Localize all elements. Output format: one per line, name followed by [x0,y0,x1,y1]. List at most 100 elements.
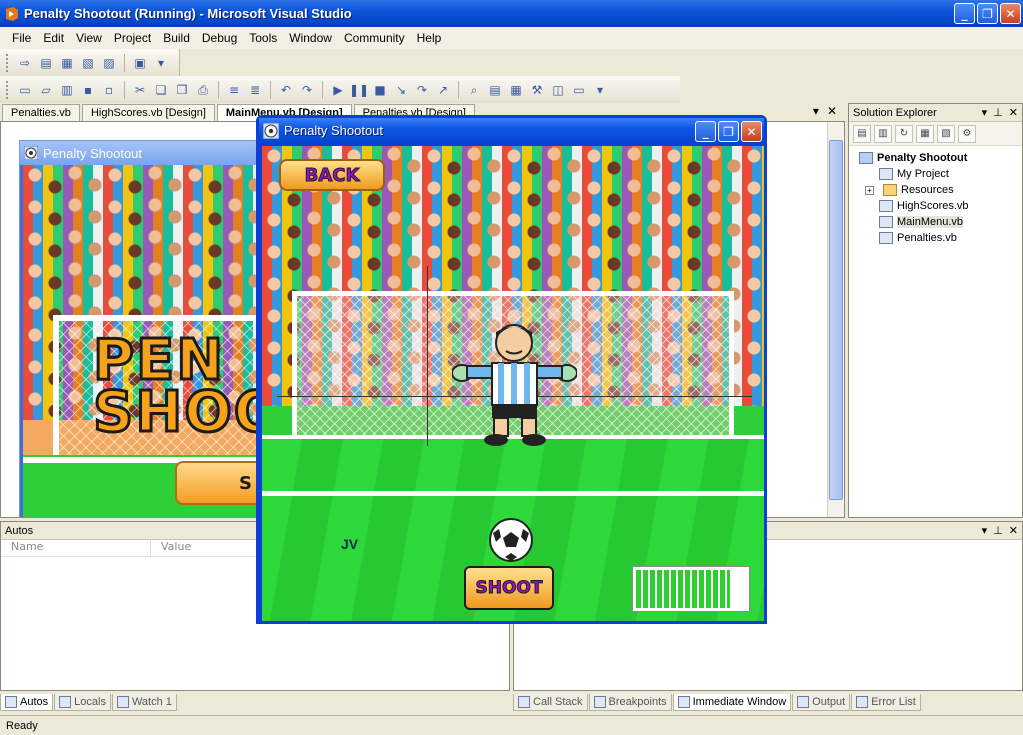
tree-project-root[interactable]: Penalty Shootout [859,150,1022,166]
menu-help[interactable]: Help [411,29,448,47]
solution-explorer-title: Solution Explorer [853,106,937,119]
tab-penalties-code[interactable]: Penalties.vb [2,104,80,121]
game-maximize-button[interactable]: ❐ [718,121,739,142]
pin-icon[interactable]: ⊥ [993,106,1003,119]
maximize-button[interactable]: ❐ [977,3,998,24]
view-designer-icon[interactable]: ▧ [937,124,955,143]
find-icon[interactable]: ⌕ [465,81,483,99]
soccer-ball-icon[interactable] [488,517,534,563]
continue-icon[interactable]: ▶ [329,81,347,99]
stop-icon[interactable]: ■ [371,81,389,99]
game-area[interactable]: BACK JV SHOOT [262,146,764,621]
add-item-icon[interactable]: ▣ [131,54,149,72]
form-designer-icon[interactable]: ▧ [79,54,97,72]
column-name[interactable]: Name [1,540,151,556]
shoot-button[interactable]: SHOOT [464,566,554,610]
command-window-icon[interactable]: ▭ [570,81,588,99]
menu-view[interactable]: View [70,29,108,47]
form-layout-icon[interactable]: ▦ [58,54,76,72]
close-button[interactable]: ✕ [1000,3,1021,24]
debug-tabs-left: Autos Locals Watch 1 [0,692,510,713]
save-icon[interactable]: ▪ [79,81,97,99]
chevron-down-icon[interactable]: ▾ [982,524,988,537]
redo-icon[interactable]: ↷ [298,81,316,99]
tab-list-icon[interactable]: ▾ [813,104,819,118]
view-code-icon[interactable]: ▦ [916,124,934,143]
toolbar-separator [124,54,125,72]
object-browser-icon[interactable]: ◫ [549,81,567,99]
menu-tools[interactable]: Tools [243,29,283,47]
tree-item-my-project[interactable]: My Project [859,166,1022,182]
class-diagram-icon[interactable]: ⚙ [958,124,976,143]
tree-item-resources[interactable]: + Resources [859,182,1022,198]
new-project-icon[interactable]: ▭ [16,81,34,99]
tab-output[interactable]: Output [792,694,851,711]
tree-item-highscores[interactable]: HighScores.vb [859,198,1022,214]
close-icon[interactable]: ✕ [1009,524,1018,537]
back-button[interactable]: BACK [279,159,385,191]
tab-call-stack[interactable]: Call Stack [513,694,588,711]
undo-icon[interactable]: ↶ [277,81,295,99]
pin-icon[interactable]: ⊥ [993,524,1003,537]
refresh-icon[interactable]: ↻ [895,124,913,143]
tree-item-penalties[interactable]: Penalties.vb [859,230,1022,246]
open-file-icon[interactable]: ▱ [37,81,55,99]
close-document-icon[interactable]: ✕ [827,104,837,118]
form-icon[interactable]: ▤ [37,54,55,72]
uncomment-icon[interactable]: ≣ [246,81,264,99]
solution-explorer-icon[interactable]: ▤ [486,81,504,99]
toolbar-grip[interactable] [6,81,9,99]
menu-file[interactable]: File [6,29,37,47]
toolbar-grip[interactable] [6,54,9,72]
close-icon[interactable]: ✕ [1009,106,1018,119]
window-title: Penalty Shootout (Running) - Microsoft V… [24,6,352,21]
step-out-icon[interactable]: ↗ [434,81,452,99]
soccer-ball-icon [24,146,38,160]
game-window[interactable]: Penalty Shootout _ ❐ ✕ BACK JV SHOOT [256,115,767,624]
tab-highscores-design[interactable]: HighScores.vb [Design] [81,104,215,121]
form-file-icon [879,200,893,212]
chevron-down-icon[interactable]: ▾ [591,81,609,99]
paste-icon[interactable]: ❐ [173,81,191,99]
designer-scrollbar[interactable] [827,122,844,517]
menu-project[interactable]: Project [108,29,157,47]
minimize-button[interactable]: _ [954,3,975,24]
arrow-right-icon[interactable]: ⇨ [16,54,34,72]
toolbox-icon[interactable]: ⚒ [528,81,546,99]
menu-community[interactable]: Community [338,29,411,47]
tab-immediate-window[interactable]: Immediate Window [672,694,792,711]
game-close-button[interactable]: ✕ [741,121,762,142]
tab-autos[interactable]: Autos [0,694,54,711]
game-minimize-button[interactable]: _ [695,121,716,142]
menu-build[interactable]: Build [157,29,196,47]
menu-debug[interactable]: Debug [196,29,243,47]
chevron-down-icon[interactable]: ▾ [982,106,988,119]
step-over-icon[interactable]: ↷ [413,81,431,99]
class-view-icon[interactable]: ▨ [100,54,118,72]
print-icon[interactable]: ⎙ [194,81,212,99]
pause-icon[interactable]: ❚❚ [349,81,369,99]
column-value[interactable]: Value [151,540,191,556]
scroll-thumb[interactable] [829,140,843,500]
tree-item-mainmenu[interactable]: MainMenu.vb [859,214,1022,230]
comment-icon[interactable]: ≡ [225,81,243,99]
menu-edit[interactable]: Edit [37,29,70,47]
tab-locals[interactable]: Locals [54,694,111,711]
tab-breakpoints[interactable]: Breakpoints [588,694,672,711]
copy-icon[interactable]: ❏ [152,81,170,99]
show-all-files-icon[interactable]: ▥ [874,124,892,143]
tab-error-list[interactable]: Error List [851,694,921,711]
solution-explorer: Solution Explorer ▾ ⊥ ✕ ▤ ▥ ↻ ▦ ▧ ⚙ Pena… [848,103,1023,518]
properties-icon[interactable]: ▤ [853,124,871,143]
tab-watch[interactable]: Watch 1 [111,694,177,711]
properties-icon[interactable]: ▦ [507,81,525,99]
cut-icon[interactable]: ✂ [131,81,149,99]
toolbar-separator [458,81,459,99]
chevron-down-icon[interactable]: ▾ [152,54,170,72]
save-all-icon[interactable]: ▫ [100,81,118,99]
game-title-bar[interactable]: Penalty Shootout _ ❐ ✕ [259,118,764,143]
menu-window[interactable]: Window [283,29,338,47]
step-into-icon[interactable]: ↘ [392,81,410,99]
expand-icon[interactable]: + [865,185,874,195]
add-new-item-icon[interactable]: ▥ [58,81,76,99]
